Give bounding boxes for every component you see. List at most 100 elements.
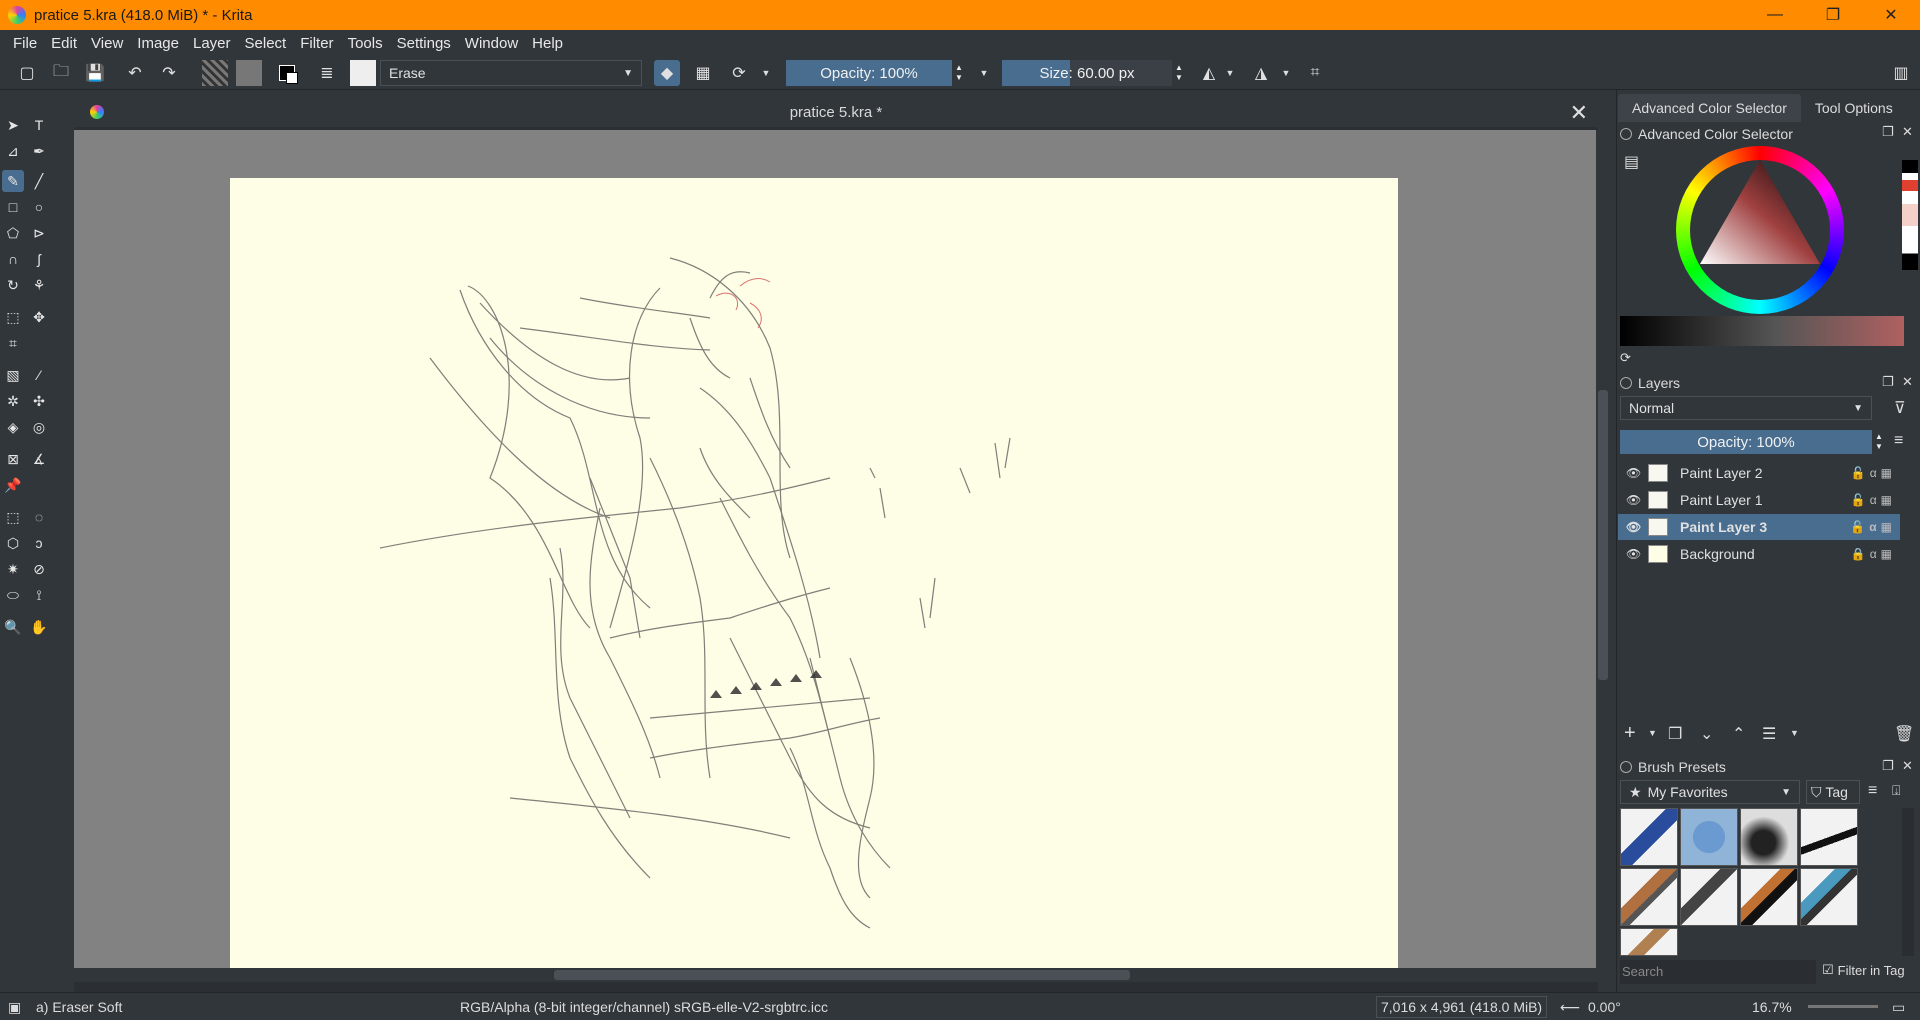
zoom-tool-icon[interactable]: 🔍 [2, 616, 24, 638]
tab-advanced-color-selector[interactable]: Advanced Color Selector [1618, 94, 1801, 122]
fg-bg-color-icon[interactable] [274, 60, 300, 86]
wrap-around-icon[interactable]: ⌗ [1302, 60, 1328, 86]
measure-tool-icon[interactable]: ∡ [28, 448, 50, 470]
opacity-stepper[interactable]: ▲ ▼ [952, 60, 966, 86]
float-docker-icon[interactable]: ❐ [1882, 374, 1894, 390]
layer-row[interactable]: 👁 Background 🔒α▦ [1618, 541, 1900, 567]
rect-select-icon[interactable]: ⬚ [2, 506, 24, 528]
layer-row[interactable]: 👁 Paint Layer 1 🔓α▦ [1618, 487, 1900, 513]
move-layer-up-icon[interactable]: ⌃ [1732, 724, 1745, 744]
transform-tool-icon[interactable]: ⬚ [2, 306, 24, 328]
reference-images-icon[interactable]: 📌 [2, 474, 24, 496]
layer-property-icons[interactable]: 🔓α▦ [1851, 493, 1896, 507]
pattern-swatch-icon[interactable] [236, 60, 262, 86]
ellipse-select-icon[interactable]: ◌ [28, 506, 50, 528]
layer-row-selected[interactable]: 👁 Paint Layer 3 🔓α▦ [1618, 514, 1900, 540]
polygon-tool-icon[interactable]: ⬠ [2, 222, 24, 244]
restore-button[interactable]: ❐ [1804, 0, 1862, 30]
preserve-alpha-icon[interactable]: ▦ [690, 60, 716, 86]
layer-opacity-slider[interactable]: Opacity: 100% ▲ ▼ [1620, 430, 1886, 454]
brush-search-input[interactable]: Search [1620, 960, 1816, 984]
gradient-swatch-icon[interactable] [202, 60, 228, 86]
bezier-select-icon[interactable]: ⬭ [2, 584, 24, 606]
fill-bucket-icon[interactable]: ◈ [2, 416, 24, 438]
menu-file[interactable]: File [6, 35, 44, 52]
dynamic-brush-icon[interactable]: ↻ [2, 274, 24, 296]
open-folder-icon[interactable]: 🗀 [48, 60, 74, 86]
close-window-button[interactable]: ✕ [1862, 0, 1920, 30]
rectangle-tool-icon[interactable]: □ [2, 196, 24, 218]
vertical-scrollbar[interactable] [1596, 130, 1610, 968]
rotation-value[interactable]: 0.00° [1588, 999, 1621, 1015]
magnetic-select-icon[interactable]: ⟟ [28, 584, 50, 606]
horizontal-scroll-thumb[interactable] [554, 970, 1130, 980]
chevron-down-icon[interactable]: ▼ [1280, 60, 1292, 86]
eye-icon[interactable]: 👁 [1626, 493, 1641, 507]
eye-icon[interactable]: 👁 [1626, 520, 1641, 534]
brush-preset-preview-icon[interactable] [350, 60, 376, 86]
delete-layer-icon[interactable]: 🗑 [1894, 724, 1914, 744]
list-view-icon[interactable]: ≡ [1868, 782, 1877, 800]
menu-settings[interactable]: Settings [390, 35, 458, 52]
contiguous-select-icon[interactable]: ✷ [2, 558, 24, 580]
close-document-button[interactable]: ✕ [1570, 100, 1588, 126]
float-docker-icon[interactable]: ❐ [1882, 124, 1894, 140]
refresh-icon[interactable]: ⟳ [1620, 350, 1631, 366]
menu-tools[interactable]: Tools [341, 35, 390, 52]
crop-tool-icon[interactable]: ⌗ [2, 332, 24, 354]
lock-icon[interactable] [1620, 128, 1632, 140]
freehand-path-icon[interactable]: ʃ [28, 248, 50, 270]
horizontal-scrollbar[interactable] [74, 968, 1598, 982]
document-tab[interactable]: pratice 5.kra * ✕ [74, 97, 1598, 127]
polygon-select-icon[interactable]: ⬡ [2, 532, 24, 554]
color-picker-icon[interactable]: ⁄ [28, 364, 50, 386]
layer-row[interactable]: 👁 Paint Layer 2 🔓α▦ [1618, 460, 1900, 486]
zoom-value[interactable]: 16.7% [1752, 999, 1792, 1015]
canvas-only-icon[interactable]: ▭ [1892, 999, 1905, 1016]
gradient-tool-icon[interactable]: ▧ [2, 364, 24, 386]
assistant-tool-icon[interactable]: ⊠ [2, 448, 24, 470]
brush-preset-thumb[interactable] [1620, 868, 1678, 926]
pan-tool-icon[interactable]: ✋ [28, 616, 50, 638]
menu-help[interactable]: Help [525, 35, 570, 52]
color-history-strip[interactable] [1902, 160, 1918, 270]
filter-icon[interactable]: ⊽ [1894, 398, 1906, 418]
undo-icon[interactable]: ↶ [122, 60, 148, 86]
import-icon[interactable]: ⍗ [1892, 782, 1900, 799]
float-docker-icon[interactable]: ❐ [1882, 758, 1894, 774]
tab-tool-options[interactable]: Tool Options [1801, 94, 1907, 122]
current-brush-name[interactable]: a) Eraser Soft [36, 999, 122, 1015]
menu-view[interactable]: View [84, 35, 130, 52]
calligraphy-icon[interactable]: ✒ [28, 140, 50, 162]
brush-preset-thumb[interactable] [1800, 868, 1858, 926]
vertical-scroll-thumb[interactable] [1598, 390, 1608, 680]
chevron-down-icon[interactable]: ▼ [1790, 728, 1799, 738]
mirror-vertical-icon[interactable]: ◮ [1248, 60, 1274, 86]
ellipse-tool-icon[interactable]: ○ [28, 196, 50, 218]
layer-blend-mode-select[interactable]: Normal ▼ [1620, 396, 1872, 420]
eye-icon[interactable]: 👁 [1626, 547, 1641, 561]
brush-preset-scrollbar[interactable] [1902, 808, 1914, 956]
menu-filter[interactable]: Filter [293, 35, 340, 52]
layer-properties-icon[interactable]: ☰ [1762, 724, 1776, 744]
brush-preset-thumb[interactable] [1740, 868, 1798, 926]
new-document-icon[interactable]: ▢ [14, 60, 40, 86]
text-tool-icon[interactable]: T [28, 114, 50, 136]
reload-preset-icon[interactable]: ⟳ [726, 60, 752, 86]
image-dimensions[interactable]: 7,016 x 4,961 (418.0 MiB) [1376, 996, 1548, 1018]
bezier-tool-icon[interactable]: ∩ [2, 248, 24, 270]
similar-select-icon[interactable]: ⊘ [28, 558, 50, 580]
menu-image[interactable]: Image [130, 35, 186, 52]
eraser-mode-icon[interactable]: ◆ [654, 60, 680, 86]
line-tool-icon[interactable]: ╱ [28, 170, 50, 192]
layer-opacity-stepper[interactable]: ▲ ▼ [1872, 430, 1886, 454]
duplicate-layer-icon[interactable]: ❐ [1668, 724, 1682, 744]
layer-options-icon[interactable]: ≡ [1894, 432, 1903, 450]
opacity-slider[interactable]: Opacity: 100% ▲ ▼ [786, 60, 966, 86]
rotation-icon[interactable]: ⟵ [1560, 999, 1580, 1016]
tag-button[interactable]: ⛉ Tag [1806, 780, 1860, 804]
layer-property-icons[interactable]: 🔓α▦ [1850, 520, 1896, 534]
size-stepper[interactable]: ▲ ▼ [1172, 60, 1186, 86]
filter-in-tag-checkbox[interactable]: ☑ Filter in Tag [1822, 962, 1905, 978]
enclose-fill-icon[interactable]: ◎ [28, 416, 50, 438]
